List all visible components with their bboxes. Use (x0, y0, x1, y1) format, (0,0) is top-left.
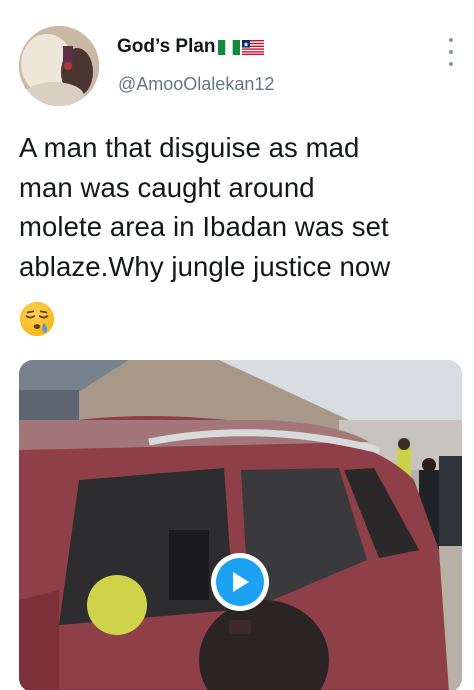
tweet: God’s Plan @AmooOlalekan12 A man that di… (0, 0, 474, 690)
play-icon (216, 558, 264, 606)
sleepy-face-emoji-icon (19, 301, 55, 337)
tweet-video[interactable] (19, 360, 462, 690)
liberia-flag-icon (241, 39, 264, 55)
display-name-text: God’s Plan (117, 36, 216, 57)
more-vertical-icon[interactable] (440, 38, 462, 66)
user-handle[interactable]: @AmooOlalekan12 (118, 74, 274, 95)
nigeria-flag-icon (217, 39, 240, 55)
avatar[interactable] (19, 26, 99, 106)
display-name[interactable]: God’s Plan (117, 36, 264, 58)
play-button[interactable] (211, 553, 269, 611)
tweet-text: A man that disguise as mad man was caugh… (19, 132, 391, 282)
avatar-image (19, 26, 99, 106)
video-thumbnail (19, 360, 462, 690)
